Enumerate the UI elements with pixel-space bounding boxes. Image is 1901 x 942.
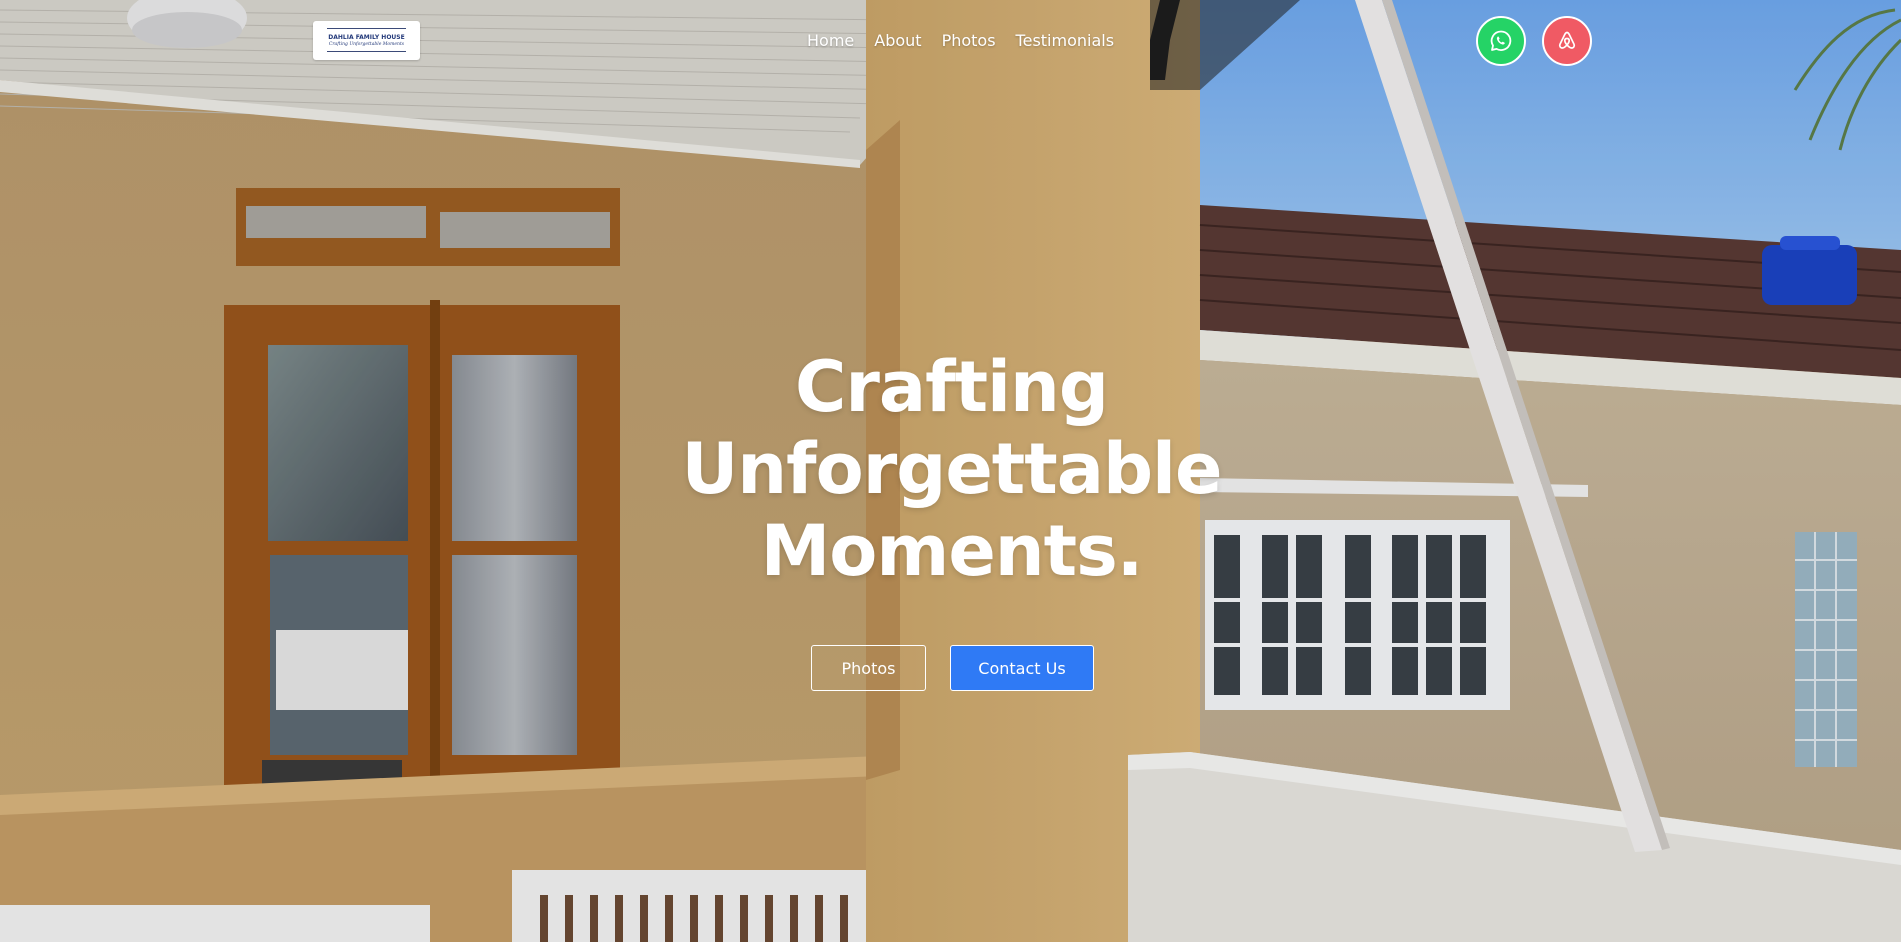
- hero-headline: Crafting Unforgettable Moments.: [600, 346, 1303, 592]
- photos-button[interactable]: Photos: [811, 645, 926, 691]
- nav-photos[interactable]: Photos: [942, 29, 996, 53]
- main-nav: Home About Photos Testimonials: [807, 29, 1114, 53]
- nav-about[interactable]: About: [874, 29, 921, 53]
- airbnb-icon: [1558, 31, 1576, 49]
- headline-line-2: Unforgettable: [681, 428, 1222, 510]
- hero-section: DAHLIA FAMILY HOUSE Crafting Unforgettab…: [0, 0, 1901, 942]
- headline-line-3: Moments.: [760, 510, 1144, 592]
- airbnb-button[interactable]: [1542, 16, 1592, 66]
- logo-title: DAHLIA FAMILY HOUSE: [328, 34, 405, 41]
- headline-line-1: Crafting: [795, 346, 1109, 428]
- logo-tagline: Crafting Unforgettable Moments: [328, 42, 405, 47]
- nav-home[interactable]: Home: [807, 29, 854, 53]
- contact-us-button[interactable]: Contact Us: [950, 645, 1094, 691]
- whatsapp-button[interactable]: [1476, 16, 1526, 66]
- nav-testimonials[interactable]: Testimonials: [1016, 29, 1115, 53]
- logo-frame: DAHLIA FAMILY HOUSE Crafting Unforgettab…: [327, 28, 406, 52]
- brand-logo[interactable]: DAHLIA FAMILY HOUSE Crafting Unforgettab…: [313, 21, 420, 60]
- whatsapp-icon: [1490, 30, 1512, 51]
